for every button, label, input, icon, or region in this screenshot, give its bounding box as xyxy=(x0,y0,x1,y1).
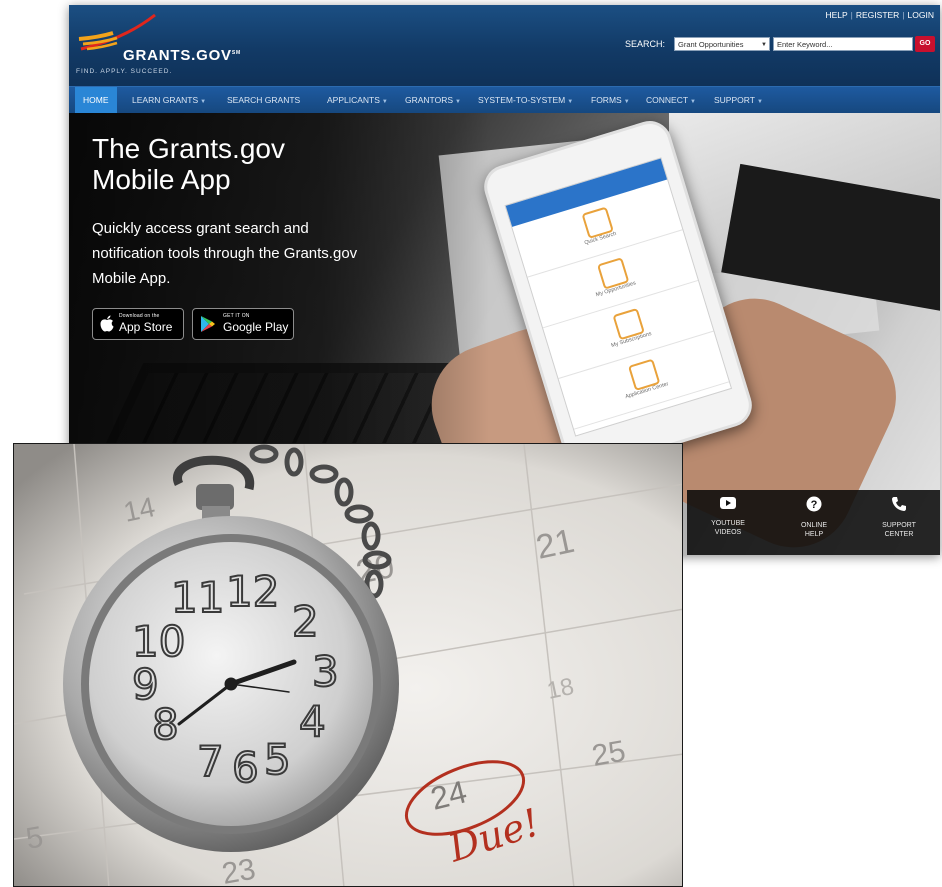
watch-numeral: 11 xyxy=(171,573,224,622)
app-store-big-text: App Store xyxy=(119,320,173,334)
nav-forms[interactable]: FORMS ▼ xyxy=(591,87,630,113)
app-store-badge[interactable]: Download on the App Store xyxy=(92,308,184,340)
calendar-number: 21 xyxy=(533,522,578,567)
pocket-watch-calendar-photo: 14 20 21 18 5 17 25 23 24 Due! xyxy=(13,443,683,887)
photo-illustration: 14 20 21 18 5 17 25 23 24 Due! xyxy=(14,444,682,887)
calendar-number: 18 xyxy=(545,673,577,705)
quick-link-line: VIDEOS xyxy=(714,529,742,536)
hero-title-line: The Grants.gov xyxy=(92,133,285,164)
chevron-down-icon: ▼ xyxy=(381,99,388,105)
search-label: SEARCH: xyxy=(625,39,666,49)
quick-link-line: ONLINE xyxy=(800,522,828,529)
register-link[interactable]: REGISTER xyxy=(856,10,899,20)
chevron-down-icon: ▼ xyxy=(690,99,696,105)
nav-label: HOME xyxy=(83,95,109,105)
chevron-down-icon: ▼ xyxy=(756,99,763,105)
chevron-down-icon: ▼ xyxy=(623,99,630,105)
youtube-videos-link[interactable]: YOUTUBE VIDEOS xyxy=(693,496,763,537)
google-play-badge[interactable]: GET IT ON Google Play xyxy=(192,308,294,340)
nav-label: SEARCH GRANTS xyxy=(227,95,301,105)
apple-icon xyxy=(100,315,114,332)
nav-label: GRANTORS xyxy=(405,95,454,105)
nav-learn-grants[interactable]: LEARN GRANTS ▼ xyxy=(132,87,206,113)
google-play-big-text: Google Play xyxy=(223,320,289,334)
nav-label: LEARN GRANTS xyxy=(132,95,199,105)
calendar-number: 25 xyxy=(589,735,628,773)
site-tagline: FIND. APPLY. SUCCEED. xyxy=(76,68,173,75)
calendar-number: 14 xyxy=(121,491,158,528)
quick-link-line: CENTER xyxy=(884,531,914,538)
svg-text:?: ? xyxy=(811,499,818,511)
nav-applicants[interactable]: APPLICANTS ▼ xyxy=(327,87,388,113)
nav-connect[interactable]: CONNECT ▼ xyxy=(646,87,696,113)
watch-numeral: 2 xyxy=(292,597,319,646)
watch-numeral: 10 xyxy=(132,617,185,666)
quick-link-line: YOUTUBE xyxy=(711,520,745,527)
nav-label: SUPPORT xyxy=(714,95,755,105)
top-links: HELP | REGISTER | LOGIN xyxy=(825,10,934,20)
nav-label: FORMS xyxy=(591,95,622,105)
hero-subtitle: Quickly access grant search and notifica… xyxy=(92,220,358,287)
chevron-down-icon: ▼ xyxy=(567,99,574,105)
nav-label: CONNECT xyxy=(646,95,689,105)
search-go-button[interactable]: GO xyxy=(915,36,935,52)
help-link[interactable]: HELP xyxy=(825,10,847,20)
nav-grantors[interactable]: GRANTORS ▼ xyxy=(405,87,461,113)
search-input[interactable]: Enter Keyword... xyxy=(773,37,913,51)
google-play-icon xyxy=(201,316,215,332)
nav-search-grants[interactable]: SEARCH GRANTS xyxy=(227,87,300,113)
chevron-down-icon: ▼ xyxy=(455,99,461,105)
chevron-down-icon: ▼ xyxy=(200,99,207,105)
quick-link-label: ONLINE HELP xyxy=(779,521,849,539)
nav-label: APPLICANTS xyxy=(327,95,380,105)
watch-numeral: 6 xyxy=(232,743,259,792)
watch-numeral: 12 xyxy=(226,567,279,616)
quick-link-line: HELP xyxy=(804,531,824,538)
watch-numeral: 9 xyxy=(132,660,159,709)
nav-home[interactable]: HOME xyxy=(75,87,117,113)
quick-link-label: YOUTUBE VIDEOS xyxy=(693,519,763,537)
logo-wordmark: GRANTS.GOV xyxy=(123,47,232,64)
nav-support[interactable]: SUPPORT ▼ xyxy=(714,87,763,113)
nav-label: SYSTEM-TO-SYSTEM xyxy=(478,95,566,105)
hero-title: The Grants.gov Mobile App xyxy=(92,133,285,195)
watch-numeral: 5 xyxy=(264,735,291,784)
watch-numeral: 3 xyxy=(312,647,339,696)
hero-title-line: Mobile App xyxy=(92,164,231,195)
google-play-small-text: GET IT ON xyxy=(223,313,250,319)
support-center-link[interactable]: SUPPORT CENTER xyxy=(864,496,934,539)
separator: | xyxy=(902,10,905,20)
site-header: GRANTS.GOVSM FIND. APPLY. SUCCEED. HELP |… xyxy=(69,5,940,86)
separator: | xyxy=(850,10,853,20)
youtube-icon xyxy=(720,497,736,509)
watch-numeral: 7 xyxy=(197,737,224,786)
search-type-value: Grant Opportunities xyxy=(678,40,744,49)
search-type-select[interactable]: Grant Opportunities ▼ xyxy=(674,37,770,51)
main-nav: HOME LEARN GRANTS ▼ SEARCH GRANTS APPLICA… xyxy=(69,86,940,113)
help-icon: ? xyxy=(806,496,822,512)
quick-link-label: SUPPORT CENTER xyxy=(864,521,934,539)
quick-link-line: SUPPORT xyxy=(882,522,916,529)
logo-service-mark: SM xyxy=(231,50,241,56)
online-help-link[interactable]: ? ONLINE HELP xyxy=(779,496,849,539)
login-link[interactable]: LOGIN xyxy=(908,10,934,20)
calendar-number: 23 xyxy=(219,853,258,887)
watch-numeral: 4 xyxy=(299,697,326,746)
chevron-down-icon: ▼ xyxy=(761,42,767,48)
phone-icon xyxy=(892,497,906,511)
site-logo-text[interactable]: GRANTS.GOVSM xyxy=(123,47,241,64)
app-store-small-text: Download on the xyxy=(119,313,160,319)
quick-links-bar: YOUTUBE VIDEOS ? ONLINE HELP SUPPORT CENTER xyxy=(687,490,940,555)
nav-system-to-system[interactable]: SYSTEM-TO-SYSTEM ▼ xyxy=(478,87,573,113)
